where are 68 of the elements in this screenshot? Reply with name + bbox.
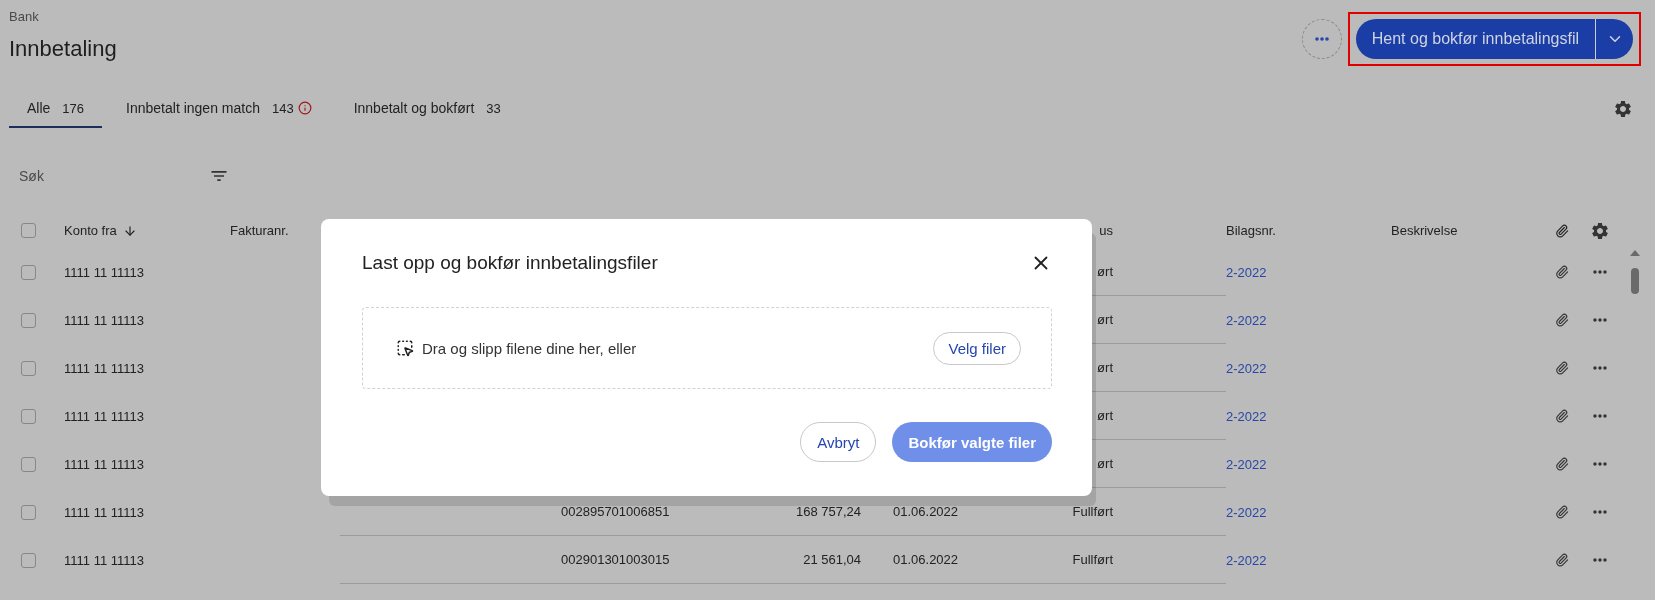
table-cell: 1111 11 11113 xyxy=(64,504,144,520)
table-cell: 1111 11 11113 xyxy=(64,360,144,376)
voucher-link[interactable]: 2-2022 xyxy=(1226,360,1267,376)
fetch-post-button[interactable]: Hent og bokfør innbetalingsfil xyxy=(1355,19,1595,59)
table-cell-text: ørt xyxy=(1096,408,1113,423)
table-cell: 1111 11 11113 xyxy=(64,552,144,568)
voucher-link[interactable]: 2-2022 xyxy=(1226,408,1267,424)
column-header[interactable]: Beskrivelse xyxy=(1391,223,1458,238)
checkbox[interactable] xyxy=(21,312,36,328)
page-title: Innbetaling xyxy=(9,36,117,62)
paperclip-icon[interactable] xyxy=(1555,265,1569,279)
table-cell-text: ørt xyxy=(1096,360,1113,375)
more-icon xyxy=(1314,37,1329,41)
table-cell-text: ørt xyxy=(1096,456,1113,471)
search-field[interactable]: Søk xyxy=(9,168,209,184)
table-cell: 002901301003015 xyxy=(561,552,670,567)
table-cell: 01.06.2022 xyxy=(893,552,959,567)
dialog-title: Last opp og bokfør innbetalingsfiler xyxy=(362,252,658,274)
table-cell: 21 561,04 xyxy=(803,552,861,567)
tab[interactable]: Alle 176 xyxy=(9,90,103,128)
checkbox[interactable] xyxy=(21,408,36,424)
table-cell-text: Fullført xyxy=(1071,504,1113,519)
tab[interactable]: Innbetalt og bokført 33 xyxy=(335,90,519,128)
column-header: us xyxy=(1098,223,1113,238)
voucher-link[interactable]: 2-2022 xyxy=(1226,456,1267,472)
dropdown-button[interactable] xyxy=(1595,19,1633,59)
table-cell: 1111 11 11113 xyxy=(64,312,144,328)
paperclip-icon xyxy=(1555,223,1569,238)
table-cell: 1111 11 11113 xyxy=(64,456,144,472)
tab-count: 143 xyxy=(271,100,294,116)
paperclip-icon[interactable] xyxy=(1555,505,1569,519)
drop-zone-text: Dra og slipp filene dine her, eller xyxy=(422,339,637,357)
table-cell: 002895701006851 xyxy=(561,504,670,519)
drop-zone[interactable]: Dra og slipp filene dine her, eller Velg filer xyxy=(362,307,1052,389)
table-cell-text: ørt xyxy=(1096,264,1113,279)
voucher-link[interactable]: 2-2022 xyxy=(1226,312,1267,328)
column-header[interactable]: Bilagsnr. xyxy=(1226,223,1276,238)
column-header[interactable]: Fakturanr. xyxy=(230,223,289,238)
checkbox[interactable] xyxy=(21,360,36,376)
paperclip-icon[interactable] xyxy=(1555,409,1569,423)
choose-files-button[interactable]: Velg filer xyxy=(933,331,1021,365)
checkbox[interactable] xyxy=(21,552,36,568)
checkbox[interactable] xyxy=(21,223,36,238)
checkbox[interactable] xyxy=(21,504,36,520)
breadcrumb: Bank xyxy=(9,9,40,24)
table-cell-text: Fullført xyxy=(1071,552,1113,567)
paperclip-icon[interactable] xyxy=(1555,313,1569,327)
settings-icon[interactable] xyxy=(1613,99,1633,119)
checkbox[interactable] xyxy=(21,456,36,472)
voucher-link[interactable]: 2-2022 xyxy=(1226,264,1267,280)
paperclip-icon[interactable] xyxy=(1555,457,1569,471)
settings-icon[interactable] xyxy=(1590,220,1610,241)
voucher-link[interactable]: 2-2022 xyxy=(1226,552,1267,568)
tab[interactable]: Innbetalt ingen match 143 xyxy=(108,90,330,128)
tab-count: 176 xyxy=(62,100,85,116)
table-cell: 1111 11 11113 xyxy=(64,264,144,280)
drop-pointer-icon xyxy=(396,339,414,357)
voucher-link[interactable]: 2-2022 xyxy=(1226,504,1267,520)
checkbox[interactable] xyxy=(21,264,36,280)
paperclip-icon[interactable] xyxy=(1555,553,1569,567)
table-cell: 1111 11 11113 xyxy=(64,408,144,424)
cancel-button[interactable]: Avbryt xyxy=(800,422,877,462)
column-header[interactable]: Konto fra xyxy=(64,223,137,238)
table-cell: 168 757,24 xyxy=(795,504,861,519)
tab-count: 33 xyxy=(486,100,501,116)
table-cell-text: ørt xyxy=(1096,312,1113,327)
table-cell: 01.06.2022 xyxy=(893,504,959,519)
paperclip-icon[interactable] xyxy=(1555,361,1569,375)
